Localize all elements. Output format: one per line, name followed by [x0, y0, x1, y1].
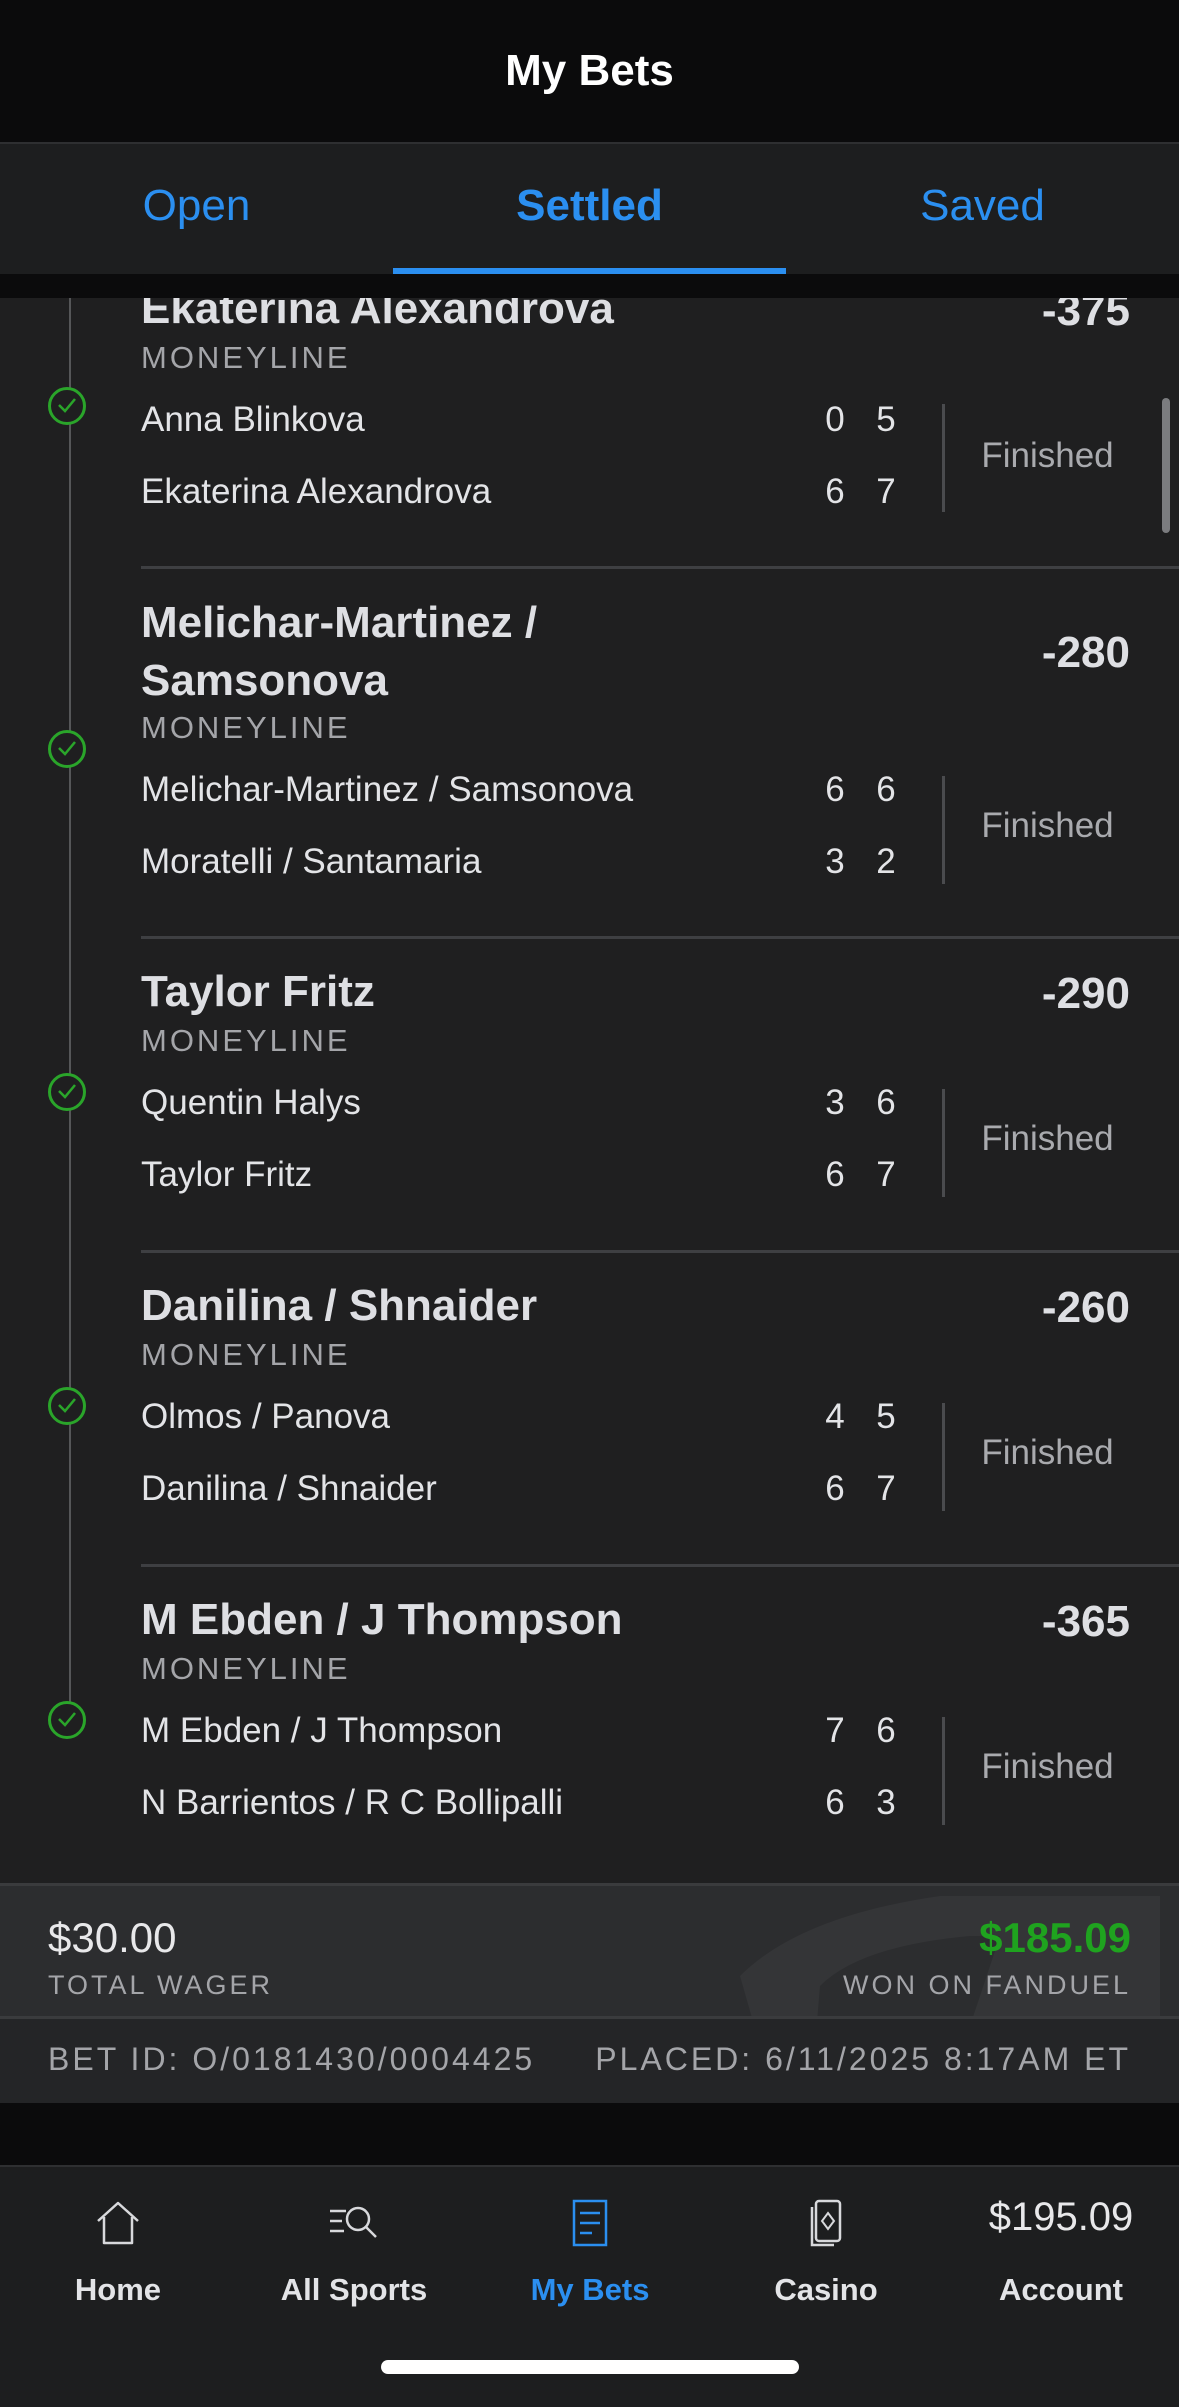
set-score: 6 [825, 472, 845, 511]
scrollbar[interactable] [1162, 398, 1170, 533]
set-score: 6 [876, 1711, 896, 1750]
tab-settled[interactable]: Settled [393, 144, 786, 276]
tab-open[interactable]: Open [0, 144, 393, 276]
player-name: Olmos / Panova [141, 1397, 390, 1436]
set-score: 3 [825, 842, 845, 881]
set-score: 3 [825, 1083, 845, 1122]
bet-id: BET ID: O/0181430/0004425 [48, 2041, 536, 2077]
search-sports-icon [330, 2206, 377, 2238]
leg-divider [141, 1250, 1179, 1253]
set-score: 7 [876, 1469, 896, 1508]
leg-market: MONEYLINE [141, 340, 351, 375]
tabs-shadow [0, 274, 1179, 298]
set-score: 6 [876, 770, 896, 809]
set-score: 6 [876, 1083, 896, 1122]
player-name: N Barrientos / R C Bollipalli [141, 1783, 564, 1822]
set-score: 2 [876, 842, 896, 881]
nav-my-bets-label: My Bets [530, 2272, 650, 2307]
leg-selection-line2: Samsonova [141, 656, 388, 705]
leg-selection: Danilina / Shnaider [141, 1281, 538, 1330]
bet-legs-list[interactable]: Ekaterina Alexandrova -375 MONEYLINE Ann… [0, 298, 1179, 1883]
won-check-icon [48, 1387, 86, 1425]
set-score: 5 [876, 1397, 896, 1436]
set-score: 7 [876, 1155, 896, 1194]
leg-divider [141, 1564, 1179, 1567]
leg-odds: -280 [1041, 628, 1130, 677]
leg-market: MONEYLINE [141, 1337, 351, 1372]
player-name: Quentin Halys [141, 1083, 361, 1122]
total-wager-amount: $30.00 [48, 1914, 177, 1961]
match-status: Finished [981, 436, 1114, 475]
spacer [0, 2103, 1179, 2165]
total-wager-label: TOTAL WAGER [48, 1970, 274, 2000]
account-balance: $195.09 [988, 2195, 1134, 2239]
set-score: 5 [876, 400, 896, 439]
top-bar: My Bets [0, 0, 1179, 142]
leg-odds: -260 [1041, 1283, 1130, 1332]
nav-all-sports-label: All Sports [280, 2272, 428, 2307]
set-score: 6 [825, 1469, 845, 1508]
cards-icon [810, 2199, 842, 2247]
bets-tabs: Open Settled Saved [0, 142, 1179, 276]
timeline-line [69, 298, 71, 1718]
leg-selection: M Ebden / J Thompson [141, 1595, 623, 1644]
set-score: 6 [825, 1783, 845, 1822]
page-title: My Bets [505, 46, 674, 95]
bet-meta: BET ID: O/0181430/0004425 PLACED: 6/11/2… [0, 2016, 1179, 2106]
set-score: 0 [825, 400, 845, 439]
nav-account-label: Account [999, 2272, 1123, 2307]
set-score: 6 [825, 1155, 845, 1194]
tab-saved[interactable]: Saved [786, 144, 1179, 276]
nav-my-bets[interactable]: My Bets [472, 2167, 708, 2347]
leg-selection: Taylor Fritz [141, 967, 375, 1016]
leg-market: MONEYLINE [141, 710, 351, 745]
won-check-icon [48, 387, 86, 425]
placed-date: PLACED: 6/11/2025 8:17AM ET [595, 2041, 1131, 2077]
match-status: Finished [981, 1433, 1114, 1472]
leg-market: MONEYLINE [141, 1651, 351, 1686]
leg-market: MONEYLINE [141, 1023, 351, 1058]
leg-odds: -365 [1041, 1597, 1130, 1646]
player-name: Ekaterina Alexandrova [141, 472, 492, 511]
nav-all-sports[interactable]: All Sports [236, 2167, 472, 2347]
leg-odds: -375 [1041, 298, 1130, 335]
won-check-icon [48, 1701, 86, 1739]
nav-home[interactable]: Home [0, 2167, 236, 2347]
nav-casino[interactable]: Casino [708, 2167, 944, 2347]
set-score: 4 [825, 1397, 845, 1436]
leg-odds: -290 [1041, 969, 1130, 1018]
set-score: 7 [825, 1711, 845, 1750]
nav-casino-label: Casino [774, 2272, 878, 2307]
player-name: Danilina / Shnaider [141, 1469, 437, 1508]
match-status: Finished [981, 1747, 1114, 1786]
match-status: Finished [981, 806, 1114, 845]
player-name: Melichar-Martinez / Samsonova [141, 770, 634, 809]
set-score: 7 [876, 472, 896, 511]
home-indicator[interactable] [381, 2360, 799, 2374]
set-score: 6 [825, 770, 845, 809]
leg-divider [141, 936, 1179, 939]
won-label: WON ON FANDUEL [842, 1970, 1131, 2000]
won-check-icon [48, 1073, 86, 1111]
bet-summary: $30.00 TOTAL WAGER $185.09 WON ON FANDUE… [0, 1883, 1179, 2019]
match-status: Finished [981, 1119, 1114, 1158]
player-name: Taylor Fritz [141, 1155, 313, 1194]
player-name: M Ebden / J Thompson [141, 1711, 503, 1750]
leg-selection: Ekaterina Alexandrova [141, 298, 614, 333]
won-amount: $185.09 [979, 1914, 1131, 1961]
bet-slip-icon [572, 2199, 608, 2247]
leg-selection-line1: Melichar-Martinez / [141, 598, 538, 647]
player-name: Moratelli / Santamaria [141, 842, 482, 881]
home-icon [97, 2201, 139, 2245]
won-check-icon [48, 730, 86, 768]
nav-home-label: Home [74, 2272, 162, 2307]
leg-divider [141, 566, 1179, 569]
nav-account[interactable]: $195.09 Account [943, 2167, 1179, 2347]
player-name: Anna Blinkova [141, 400, 365, 439]
set-score: 3 [876, 1783, 896, 1822]
